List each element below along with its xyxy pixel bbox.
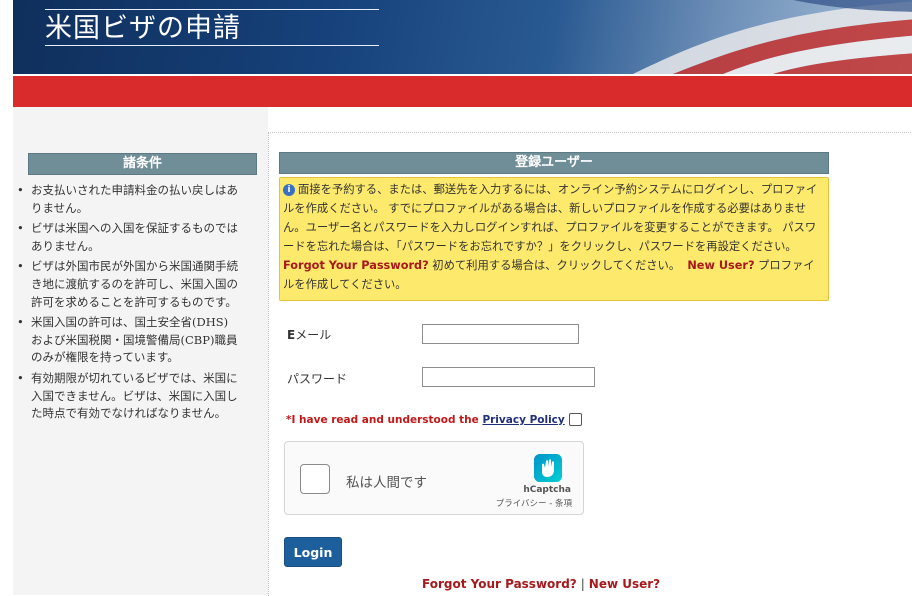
info-icon: i <box>283 184 295 196</box>
privacy-consent: *I have read and understood the Privacy … <box>286 413 582 426</box>
list-item: ビザは米国への入国を保証するものではありません。 <box>17 220 239 255</box>
notice-text-2: 初めて利用する場合は、クリックしてください。 <box>432 259 681 272</box>
page-banner: 米国ビザの申請 <box>13 0 912 74</box>
email-label: Eメール <box>287 328 332 342</box>
page-title: 米国ビザの申請 <box>45 13 241 44</box>
captcha-brand: hCaptcha <box>523 485 571 495</box>
notice-new-user-link[interactable]: New User? <box>687 259 754 272</box>
privacy-policy-link[interactable]: Privacy Policy <box>482 414 564 426</box>
info-notice: i 面接を予約する、または、郵送先を入力するには、オンライン予約システムにログイン… <box>279 177 829 301</box>
privacy-consent-text: *I have read and understood the <box>286 414 483 426</box>
new-user-link[interactable]: New User? <box>589 577 660 591</box>
password-input[interactable] <box>422 367 595 387</box>
terms-list: お支払いされた申請料金の払い戻しはありません。 ビザは米国への入国を保証するもの… <box>17 182 239 426</box>
page-left-strip <box>0 0 13 595</box>
bottom-links: Forgot Your Password? | New User? <box>422 577 660 591</box>
list-item: 有効期限が切れているビザでは、米国に入国できません。ビザは、米国に入国した時点で… <box>17 370 239 423</box>
captcha-checkbox[interactable] <box>300 464 330 494</box>
link-separator: | <box>580 577 585 591</box>
flag-graphic <box>633 0 912 74</box>
captcha-links[interactable]: プライバシー - 条項 <box>496 497 572 509</box>
login-button[interactable]: Login <box>284 537 342 567</box>
red-nav-bar <box>13 76 912 107</box>
list-item: 米国入国の許可は、国土安全省(DHS)および米国税関・国境警備局(CBP)職員の… <box>17 314 239 367</box>
forgot-password-link[interactable]: Forgot Your Password? <box>422 577 577 591</box>
list-item: お支払いされた申請料金の払い戻しはありません。 <box>17 182 239 217</box>
password-label: パスワード <box>287 372 348 386</box>
notice-forgot-password-link[interactable]: Forgot Your Password? <box>283 259 429 272</box>
sidebar-heading: 諸条件 <box>28 153 257 175</box>
email-input[interactable] <box>422 324 579 344</box>
privacy-checkbox[interactable] <box>568 413 582 426</box>
notice-text-1: 面接を予約する、または、郵送先を入力するには、オンライン予約システムにログインし… <box>283 183 818 253</box>
captcha-label: 私は人間です <box>346 475 427 491</box>
hcaptcha-widget: 私は人間です hCaptcha プライバシー - 条項 <box>284 441 584 515</box>
list-item: ビザは外国市民が外国から米国通関手続き地に渡航するのを許可し、米国入国の許可を求… <box>17 258 239 311</box>
title-rule-bottom <box>45 45 379 46</box>
hcaptcha-logo-icon <box>534 454 562 482</box>
registered-user-heading: 登録ユーザー <box>279 152 829 174</box>
